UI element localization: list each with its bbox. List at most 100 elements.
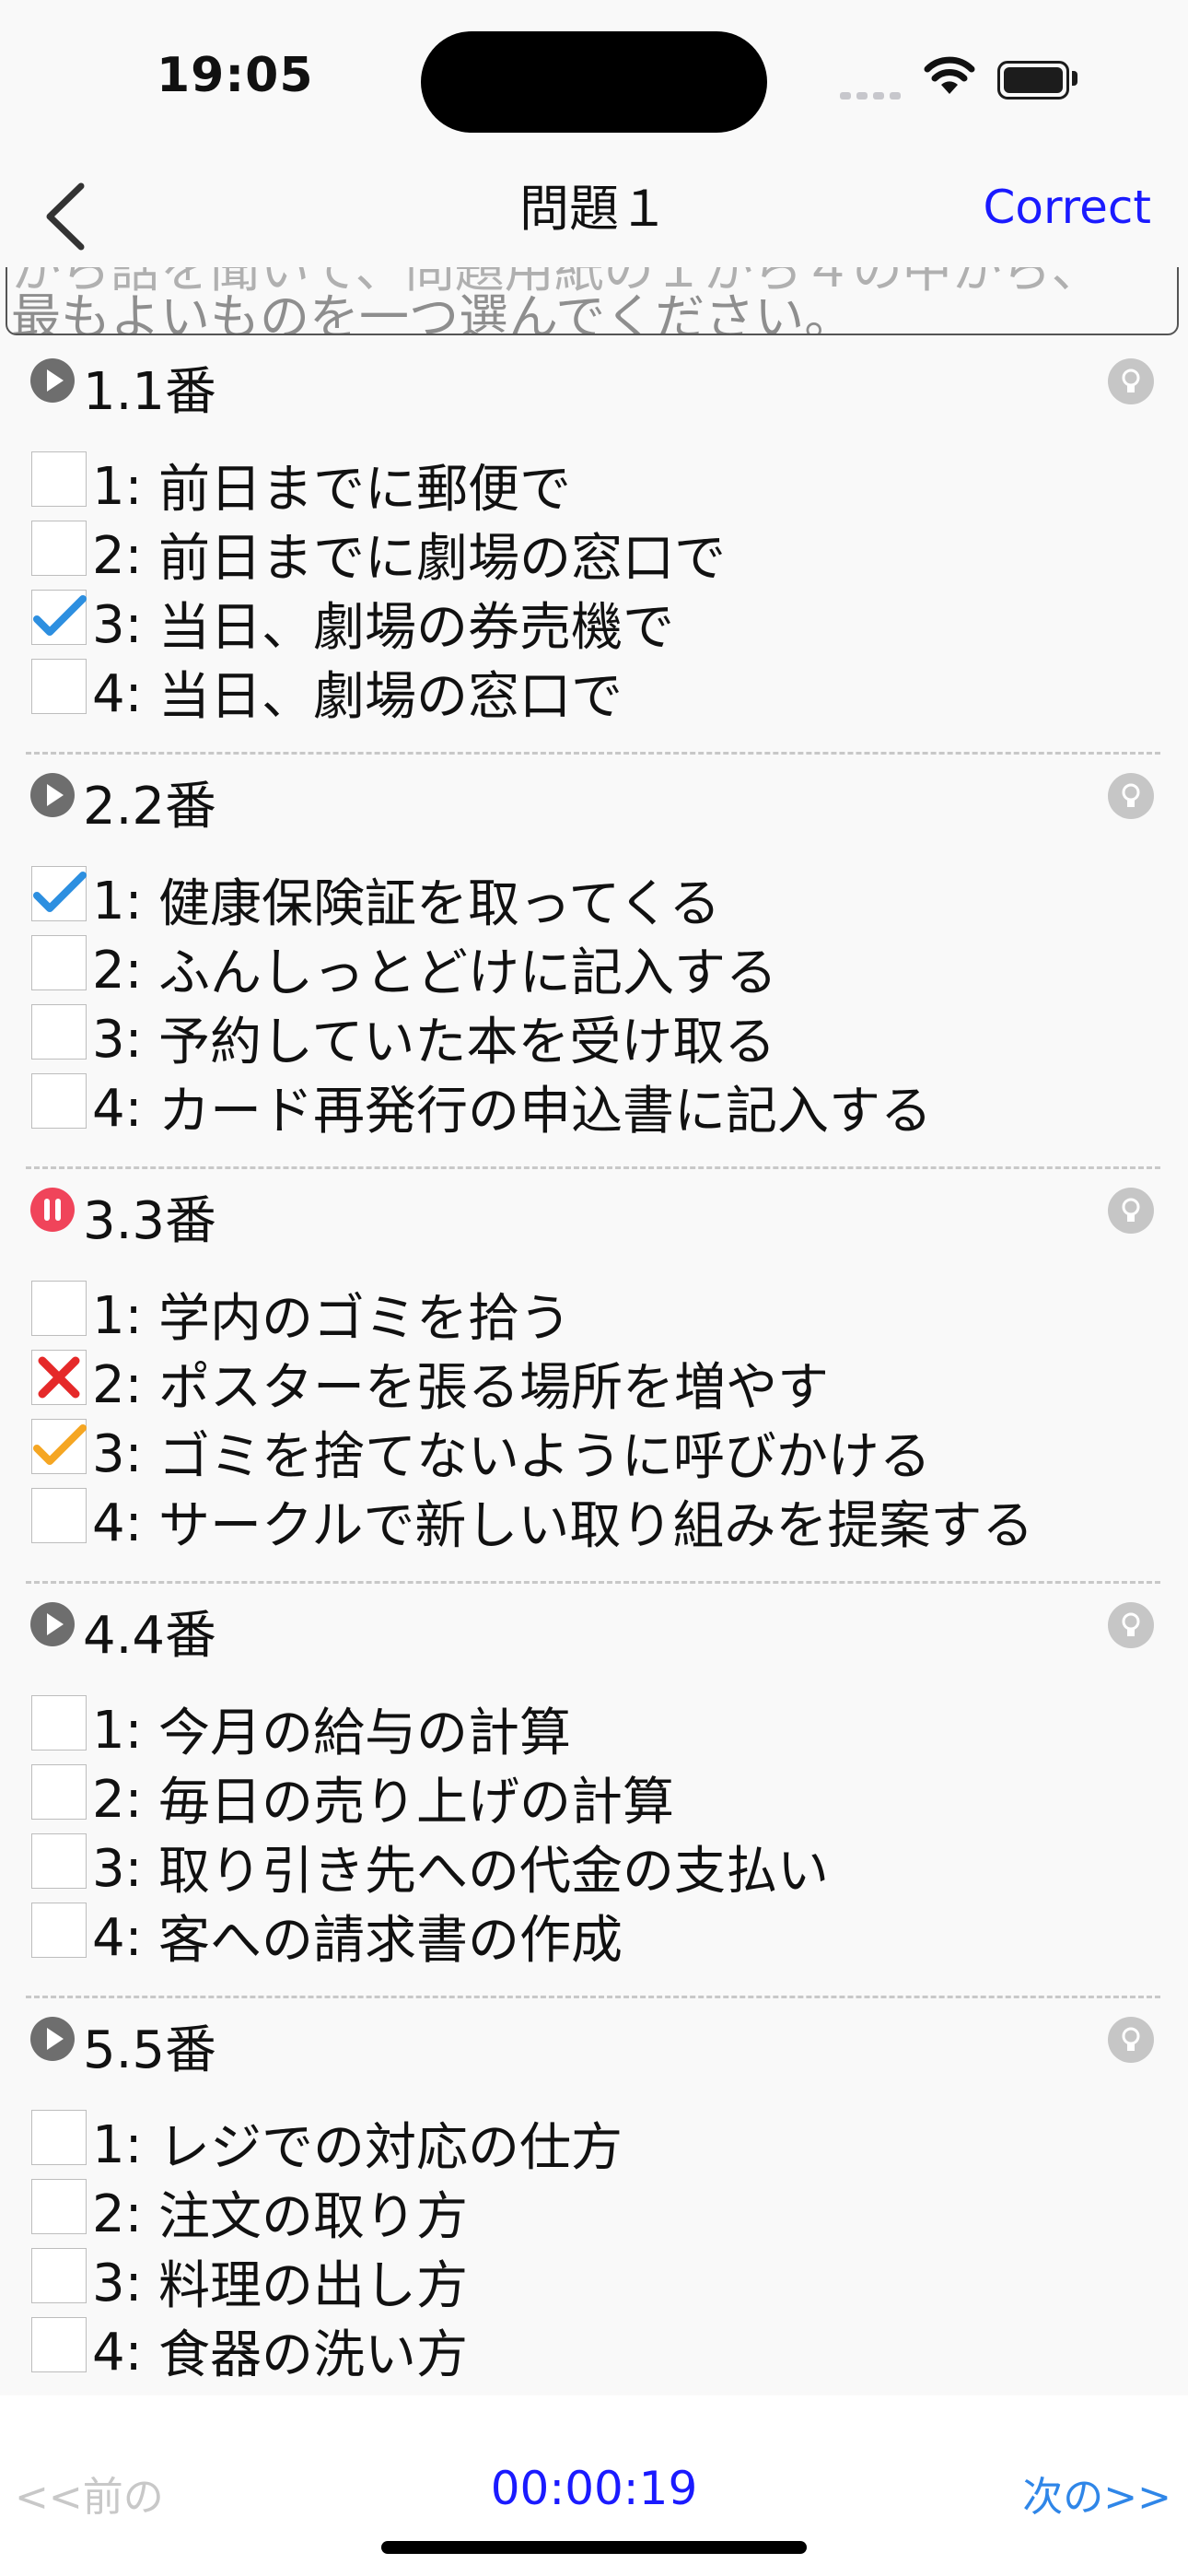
option-text: レジでの対応の仕方 — [158, 2118, 623, 2178]
option-number: 1: — [92, 1286, 143, 1346]
play-audio-icon[interactable] — [29, 1601, 76, 1647]
navigation-bar: 問題１ Correct — [0, 157, 1188, 267]
option-text: 食器の洗い方 — [158, 2325, 468, 2385]
option-number: 2: — [92, 941, 143, 1001]
option-number: 3: — [92, 2254, 143, 2313]
dashed-divider — [26, 1996, 1160, 1998]
dashed-divider — [26, 752, 1160, 755]
option-text: カード再発行の申込書に記入する — [158, 1082, 932, 1142]
answer-option[interactable]: 1: レジでの対応の仕方 — [0, 2102, 1188, 2178]
option-number: 1: — [92, 872, 143, 931]
answer-checkbox[interactable] — [31, 2110, 87, 2165]
option-text: 前日までに劇場の窓口で — [158, 529, 726, 589]
answer-option[interactable]: 2: 前日までに劇場の窓口で — [0, 513, 1188, 589]
question-title: 2.2番 — [83, 777, 217, 837]
play-audio-icon[interactable] — [29, 772, 76, 818]
answer-option[interactable]: 2: 毎日の売り上げの計算 — [0, 1757, 1188, 1832]
play-audio-icon[interactable] — [29, 357, 76, 404]
answer-checkbox[interactable] — [31, 1695, 87, 1751]
question-header: 4.4番 — [0, 1585, 1188, 1666]
option-number: 2: — [92, 1770, 143, 1830]
lightbulb-hint-icon[interactable] — [1107, 1187, 1155, 1235]
answer-option[interactable]: 1: 学内のゴミを拾う — [0, 1273, 1188, 1349]
answer-checkbox[interactable] — [31, 521, 87, 576]
answer-checkbox[interactable] — [31, 1764, 87, 1820]
answer-option[interactable]: 3: 予約していた本を受け取る — [0, 997, 1188, 1072]
answer-option[interactable]: 2: 注文の取り方 — [0, 2172, 1188, 2247]
option-number: 4: — [92, 664, 143, 724]
answer-checkbox[interactable] — [31, 1073, 87, 1129]
option-number: 2: — [92, 2184, 143, 2244]
answer-option[interactable]: 4: 食器の洗い方 — [0, 2310, 1188, 2385]
dashed-divider — [26, 1166, 1160, 1169]
option-text: 健康保険証を取ってくる — [158, 874, 721, 934]
answer-checkbox[interactable] — [31, 1488, 87, 1543]
question-block: 3.3番 1: 学内のゴミを拾う 2: ポスターを張る場所を増やす 3: ゴミを捨てないよう… — [0, 1170, 1188, 1585]
question-block: 4.4番 1: 今月の給与の計算 2: 毎日の売り上げの計算 3: 取り引き先への代金の支払… — [0, 1585, 1188, 1999]
answer-option[interactable]: 3: 当日、劇場の券売機で — [0, 582, 1188, 658]
option-text: 学内のゴミを拾う — [158, 1289, 571, 1349]
checkmark-icon — [33, 872, 87, 912]
answer-checkbox[interactable] — [31, 1281, 87, 1336]
checkmark-icon — [33, 1424, 87, 1465]
lightbulb-hint-icon[interactable] — [1107, 2016, 1155, 2064]
pause-audio-icon[interactable] — [29, 1187, 76, 1233]
answer-option[interactable]: 1: 前日までに郵便で — [0, 444, 1188, 520]
option-number: 1: — [92, 457, 143, 517]
dynamic-island — [421, 31, 767, 133]
answer-option[interactable]: 2: ポスターを張る場所を増やす — [0, 1342, 1188, 1418]
next-button[interactable]: 次の>> — [1022, 2464, 1171, 2523]
instruction-box[interactable]: から話を聞いて、問題用紙の１から４の中から、 最もよいものを一つ選んでください。 — [6, 267, 1179, 335]
answer-option[interactable]: 4: 客への請求書の作成 — [0, 1895, 1188, 1971]
option-number: 1: — [92, 2115, 143, 2175]
option-text: 料理の出し方 — [158, 2256, 468, 2316]
answer-option[interactable]: 1: 健康保険証を取ってくる — [0, 859, 1188, 934]
answer-option[interactable]: 4: 当日、劇場の窓口で — [0, 651, 1188, 727]
elapsed-timer: 00:00:19 — [490, 2462, 698, 2515]
question-header: 3.3番 — [0, 1170, 1188, 1251]
answer-checkbox[interactable] — [31, 1903, 87, 1958]
instruction-line-2: 最もよいものを一つ選んでください。 — [11, 288, 855, 335]
question-block: 2.2番 1: 健康保険証を取ってくる 2: ふんしっとどけに記入する 3: 予約していた本… — [0, 755, 1188, 1170]
home-indicator — [381, 2541, 807, 2554]
option-number: 3: — [92, 1010, 143, 1070]
answer-option[interactable]: 4: カード再発行の申込書に記入する — [0, 1066, 1188, 1142]
answer-checkbox[interactable] — [31, 2248, 87, 2303]
option-text: 毎日の売り上げの計算 — [158, 1773, 674, 1832]
question-header: 5.5番 — [0, 1999, 1188, 2080]
option-text: 予約していた本を受け取る — [158, 1013, 776, 1072]
option-list: 1: 前日までに郵便で 2: 前日までに劇場の窓口で 3: 当日、劇場の券売機で 4: 当日、… — [0, 444, 1188, 727]
correct-button[interactable]: Correct — [984, 181, 1152, 234]
answer-checkbox[interactable] — [31, 2179, 87, 2234]
wrong-x-icon — [38, 1356, 80, 1399]
lightbulb-hint-icon[interactable] — [1107, 1601, 1155, 1649]
lightbulb-hint-icon[interactable] — [1107, 357, 1155, 405]
option-list: 1: レジでの対応の仕方 2: 注文の取り方 3: 料理の出し方 4: 食器の洗い方 — [0, 2102, 1188, 2385]
answer-option[interactable]: 3: 取り引き先への代金の支払い — [0, 1826, 1188, 1902]
answer-checkbox[interactable] — [31, 935, 87, 990]
answer-checkbox[interactable] — [31, 659, 87, 714]
answer-checkbox[interactable] — [31, 451, 87, 507]
option-list: 1: 健康保険証を取ってくる 2: ふんしっとどけに記入する 3: 予約していた本を受け取… — [0, 859, 1188, 1142]
answer-checkbox[interactable] — [31, 1833, 87, 1889]
option-text: 当日、劇場の券売機で — [158, 598, 674, 658]
wifi-icon — [924, 56, 975, 94]
answer-checkbox[interactable] — [31, 1004, 87, 1060]
lightbulb-hint-icon[interactable] — [1107, 772, 1155, 820]
question-block: 5.5番 1: レジでの対応の仕方 2: 注文の取り方 3: 料理の出し方 4: 食器の洗い方 — [0, 1999, 1188, 2414]
checkmark-icon — [33, 595, 87, 636]
answer-checkbox[interactable] — [31, 2317, 87, 2372]
option-number: 3: — [92, 595, 143, 655]
bottom-toolbar: <<前の 00:00:19 次の>> — [0, 2395, 1188, 2576]
question-title: 3.3番 — [83, 1191, 217, 1251]
answer-option[interactable]: 1: 今月の給与の計算 — [0, 1688, 1188, 1763]
answer-option[interactable]: 4: サークルで新しい取り組みを提案する — [0, 1481, 1188, 1556]
battery-icon — [997, 61, 1069, 100]
answer-option[interactable]: 3: ゴミを捨てないように呼びかける — [0, 1411, 1188, 1487]
dashed-divider — [26, 1581, 1160, 1584]
answer-option[interactable]: 3: 料理の出し方 — [0, 2241, 1188, 2316]
play-audio-icon[interactable] — [29, 2016, 76, 2062]
option-text: 当日、劇場の窓口で — [158, 667, 623, 727]
option-text: ふんしっとどけに記入する — [158, 943, 777, 1003]
answer-option[interactable]: 2: ふんしっとどけに記入する — [0, 928, 1188, 1003]
